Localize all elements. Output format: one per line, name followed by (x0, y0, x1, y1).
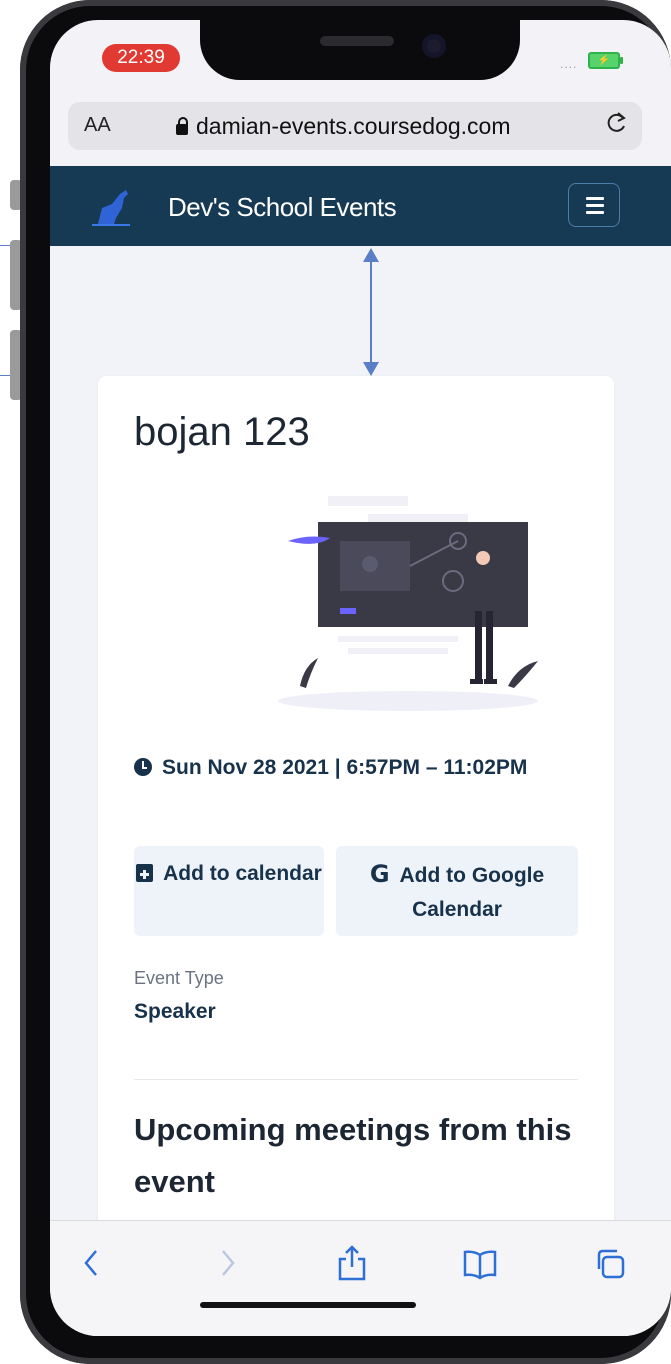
upcoming-meetings-heading: Upcoming meetings from this event (134, 1112, 572, 1199)
address-bar[interactable]: AA damian-events.coursedog.com (68, 102, 642, 150)
add-to-google-label: Add to Google Calendar (399, 864, 545, 921)
battery-icon: ⚡ (588, 52, 623, 69)
event-datetime-text: Sun Nov 28 2021 | 6:57PM – 11:02PM (162, 756, 528, 779)
notch (200, 20, 520, 80)
teacher-illustration (258, 496, 558, 716)
status-time: 22:39 (102, 44, 180, 72)
home-indicator[interactable] (200, 1302, 416, 1308)
tabs-icon (597, 1249, 625, 1279)
event-type-label: Event Type (134, 968, 224, 988)
add-to-calendar-label: Add to calendar (163, 862, 322, 885)
clock-icon (134, 758, 152, 776)
divider (134, 1079, 578, 1080)
page-content: bojan 123 Sun Nov 28 2021 | 6:57PM – 11:… (50, 246, 671, 1276)
event-datetime: Sun Nov 28 2021 | 6:57PM – 11:02PM (134, 751, 534, 785)
google-icon: G (369, 860, 390, 888)
event-title: bojan 123 (134, 410, 310, 454)
measure-arrow-line (370, 252, 372, 370)
site-title[interactable]: Dev's School Events (168, 192, 397, 223)
share-button[interactable] (336, 1245, 376, 1281)
back-button[interactable] (80, 1245, 120, 1281)
site-navbar: Dev's School Events (50, 166, 671, 246)
url-display[interactable]: damian-events.coursedog.com (176, 113, 511, 140)
add-to-google-calendar-button[interactable]: G Add to Google Calendar (336, 846, 578, 936)
school-logo-icon[interactable] (92, 188, 136, 226)
browser-toolbar (50, 1220, 671, 1336)
signal-indicator: .... (560, 57, 578, 71)
speaker (320, 36, 394, 46)
camera (422, 34, 446, 58)
text-size-label: AA (84, 114, 111, 136)
lock-icon (176, 117, 188, 135)
url-text: damian-events.coursedog.com (196, 113, 511, 139)
measure-arrow-down (363, 362, 379, 376)
phone-screen: 22:39 .... ⚡ AA damian-events.coursedog.… (50, 20, 671, 1336)
tabs-button[interactable] (594, 1245, 634, 1281)
add-to-calendar-button[interactable]: Add to calendar (134, 846, 324, 936)
event-type-value: Speaker (134, 1000, 216, 1023)
chevron-left-icon (84, 1250, 97, 1276)
share-icon (338, 1245, 366, 1281)
chevron-right-icon (222, 1250, 235, 1276)
measure-arrow-up (363, 248, 379, 262)
hamburger-menu-button[interactable] (568, 183, 620, 227)
reload-icon[interactable] (606, 110, 628, 141)
forward-button[interactable] (215, 1245, 255, 1281)
calendar-plus-icon (136, 864, 154, 882)
event-card: bojan 123 Sun Nov 28 2021 | 6:57PM – 11:… (98, 376, 614, 1276)
bookmarks-button[interactable] (462, 1245, 502, 1281)
text-size-button[interactable]: AA (84, 114, 111, 137)
book-icon (463, 1250, 497, 1280)
